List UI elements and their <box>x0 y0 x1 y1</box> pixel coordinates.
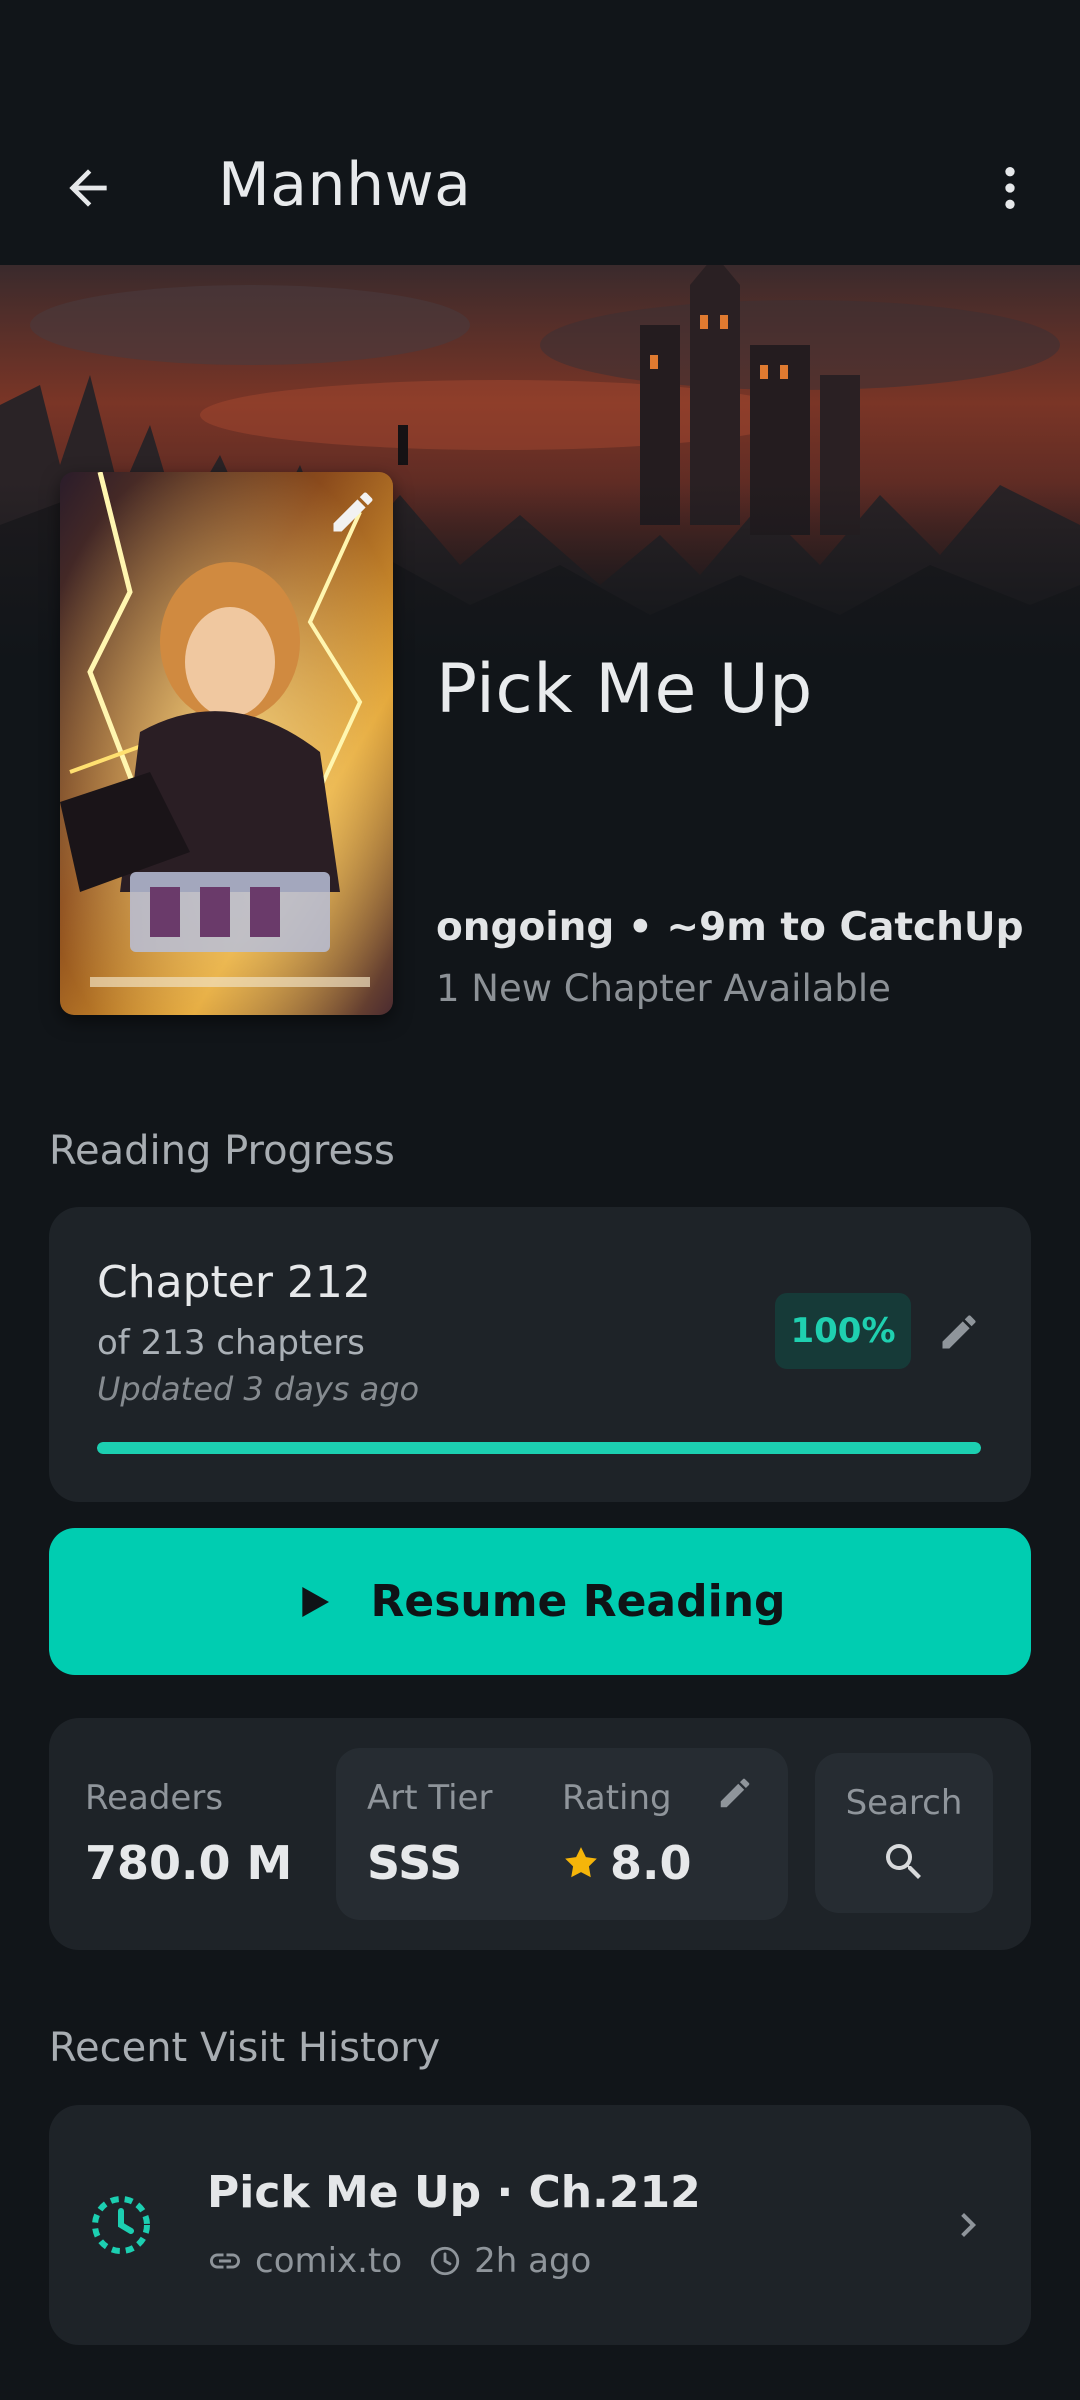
back-button[interactable] <box>48 148 128 228</box>
history-item-source: comix.to <box>255 2241 403 2281</box>
more-options-button[interactable] <box>980 148 1040 228</box>
progress-percent-badge: 100% <box>775 1293 911 1369</box>
history-card: Pick Me Up · Ch.212 comix.to 2h ago <box>49 2105 1031 2345</box>
star-icon <box>565 1847 597 1878</box>
recent-history-heading: Recent Visit History <box>49 2025 441 2071</box>
edit-progress-button[interactable] <box>929 1302 989 1362</box>
more-vert-icon <box>1005 167 1015 209</box>
pencil-icon <box>333 492 373 532</box>
search-icon <box>886 1844 921 1879</box>
edit-cover-button[interactable] <box>323 482 383 542</box>
app-bar: Manhwa <box>0 120 1080 250</box>
link-icon <box>210 2253 240 2269</box>
status-line: ongoing • ~9m to CatchUp <box>436 905 1024 950</box>
history-item-title: Pick Me Up · Ch.212 <box>207 2167 701 2218</box>
pencil-icon <box>942 1315 976 1349</box>
new-chapters-text: 1 New Chapter Available <box>436 967 891 1010</box>
resume-reading-label: Resume Reading <box>370 1576 786 1627</box>
total-chapters: of 213 chapters <box>97 1323 365 1363</box>
app-title: Manhwa <box>218 150 472 220</box>
chevron-right-icon <box>961 2213 976 2237</box>
arrow-back-icon <box>69 169 107 207</box>
search-button[interactable]: Search <box>815 1753 993 1913</box>
art-tier-stat: Art Tier SSS <box>367 1778 492 1890</box>
updated-time: Updated 3 days ago <box>97 1370 420 1408</box>
play-icon <box>302 1586 330 1617</box>
edit-rating-button[interactable] <box>716 1774 760 1818</box>
readers-value: 780.0 M <box>85 1836 293 1890</box>
manga-title: Pick Me Up <box>436 650 813 729</box>
progress-bar <box>97 1442 981 1454</box>
history-item-meta: comix.to 2h ago <box>207 2241 591 2281</box>
history-item-time: 2h ago <box>474 2241 592 2281</box>
search-label: Search <box>845 1783 963 1823</box>
art-rating-panel[interactable]: Art Tier SSS Rating 8.0 <box>336 1748 788 1920</box>
history-clock-icon <box>92 2196 150 2254</box>
clock-icon <box>430 2246 460 2276</box>
cover-image[interactable] <box>60 472 393 1015</box>
history-item[interactable]: Pick Me Up · Ch.212 comix.to 2h ago <box>49 2105 1031 2345</box>
rating-value: 8.0 <box>610 1836 692 1890</box>
progress-card[interactable]: Chapter 212 of 213 chapters Updated 3 da… <box>49 1207 1031 1502</box>
art-tier-value: SSS <box>367 1836 463 1890</box>
progress-bar-fill <box>97 1442 981 1454</box>
reading-progress-heading: Reading Progress <box>49 1128 395 1174</box>
pencil-icon <box>720 1778 750 1808</box>
stats-card: Readers 780.0 M Art Tier SSS Rating 8.0 … <box>49 1718 1031 1950</box>
rating-label: Rating <box>562 1778 672 1818</box>
rating-stat: Rating 8.0 <box>562 1778 692 1890</box>
readers-label: Readers <box>85 1778 224 1818</box>
current-chapter: Chapter 212 <box>97 1257 371 1308</box>
resume-reading-button[interactable]: Resume Reading <box>49 1528 1031 1675</box>
art-tier-label: Art Tier <box>367 1778 493 1818</box>
readers-stat: Readers 780.0 M <box>85 1778 292 1890</box>
